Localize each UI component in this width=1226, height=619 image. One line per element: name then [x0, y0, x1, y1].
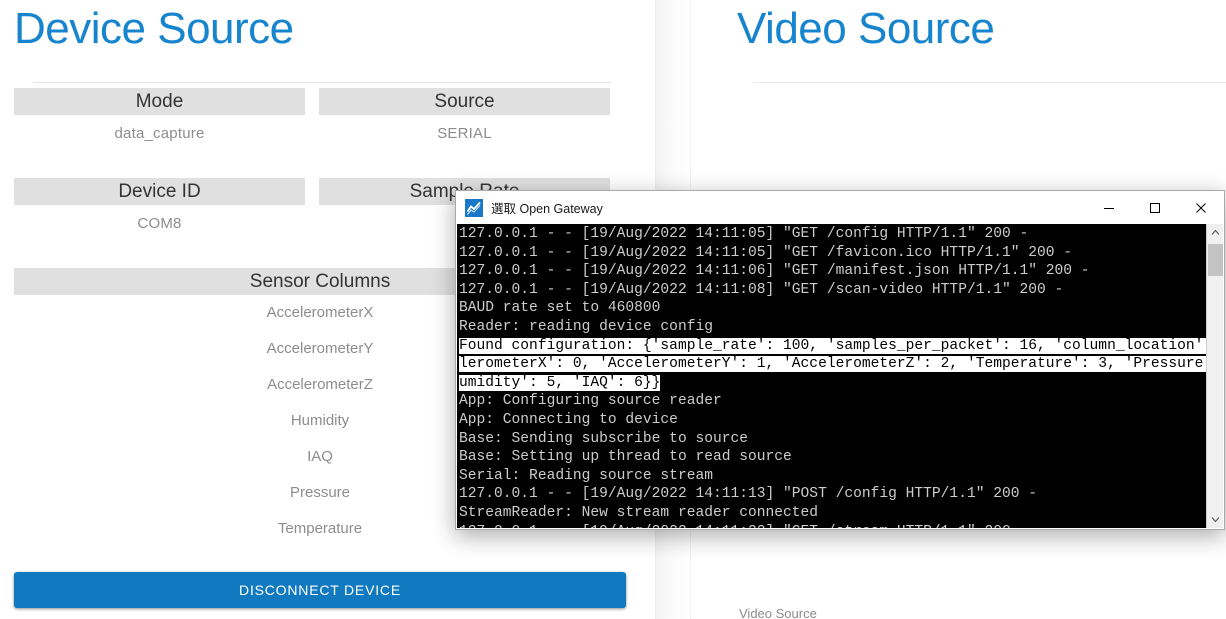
console-line: 127.0.0.1 - - [19/Aug/2022 14:11:13] "PO… [459, 486, 1038, 503]
chart-app-icon [465, 198, 483, 217]
console-line: 127.0.0.1 - - [19/Aug/2022 14:11:08] "GE… [459, 281, 1064, 298]
console-title-bar[interactable]: 選取 Open Gateway [456, 191, 1224, 224]
console-line-selected-text: lerometerX': 0, 'AccelerometerY': 1, 'Ac… [459, 356, 1206, 373]
video-source-divider [754, 82, 1226, 83]
field-source-value: SERIAL [437, 125, 492, 142]
field-mode-value: data_capture [114, 125, 205, 142]
console-line-selected-text: Found configuration: {'sample_rate': 100… [459, 337, 1206, 354]
video-source-caption: Video Source [739, 606, 817, 619]
console-line: Found configuration: {'sample_rate': 100… [459, 337, 1206, 356]
window-controls [1086, 191, 1224, 224]
page-title: Device Source [14, 4, 294, 53]
console-line: 127.0.0.1 - - [19/Aug/2022 14:11:22] "GE… [459, 523, 1206, 529]
console-line: App: Connecting to device [459, 411, 678, 428]
console-line: Serial: Reading source stream [459, 467, 713, 484]
field-source: Source SERIAL [319, 88, 610, 142]
console-line: 127.0.0.1 - - [19/Aug/2022 14:11:05] "GE… [459, 226, 1029, 242]
field-mode: Mode data_capture [14, 88, 305, 142]
console-line: 127.0.0.1 - - [19/Aug/2022 14:11:05] "GE… [459, 244, 1073, 261]
field-row-1: Mode data_capture Source SERIAL [14, 88, 610, 142]
maximize-icon[interactable] [1132, 191, 1178, 224]
scroll-down-arrow-icon[interactable] [1207, 511, 1223, 528]
close-icon[interactable] [1178, 191, 1224, 224]
scrollbar-thumb[interactable] [1208, 244, 1223, 276]
console-line: App: Configuring source reader [459, 393, 722, 410]
title-divider [33, 82, 611, 83]
console-line: StreamReader: New stream reader connecte… [459, 504, 819, 521]
app-root: Device Source Mode data_capture Source S… [0, 0, 1226, 619]
console-line-selected-text: umidity': 5, 'IAQ': 6}} [459, 374, 661, 391]
console-line: Base: Sending subscribe to source [459, 430, 749, 447]
disconnect-device-button[interactable]: DISCONNECT DEVICE [14, 572, 626, 608]
field-device-id-value: COM8 [137, 215, 182, 232]
field-device-id: Device ID COM8 [14, 178, 305, 232]
console-line: 127.0.0.1 - - [19/Aug/2022 14:11:06] "GE… [459, 263, 1090, 280]
console-output-text[interactable]: 127.0.0.1 - - [19/Aug/2022 14:11:05] "GE… [457, 224, 1206, 528]
scroll-up-arrow-icon[interactable] [1207, 224, 1223, 241]
field-source-label: Source [319, 88, 610, 115]
console-line: lerometerX': 0, 'AccelerometerY': 1, 'Ac… [459, 355, 1206, 374]
console-title-text: 選取 Open Gateway [491, 202, 603, 216]
console-line: Base: Setting up thread to read source [459, 449, 792, 466]
open-gateway-console-window[interactable]: 選取 Open Gateway 127.0.0.1 - - [19/Aug/20… [455, 190, 1225, 530]
console-scrollbar[interactable] [1206, 224, 1223, 528]
console-line: umidity': 5, 'IAQ': 6}} [459, 374, 1206, 393]
field-device-id-label: Device ID [14, 178, 305, 205]
field-mode-label: Mode [14, 88, 305, 115]
console-line: Reader: reading device config [459, 318, 713, 335]
console-body[interactable]: 127.0.0.1 - - [19/Aug/2022 14:11:05] "GE… [457, 224, 1223, 528]
console-line: BAUD rate set to 460800 [459, 300, 661, 317]
minimize-icon[interactable] [1086, 191, 1132, 224]
video-source-title: Video Source [737, 4, 995, 53]
